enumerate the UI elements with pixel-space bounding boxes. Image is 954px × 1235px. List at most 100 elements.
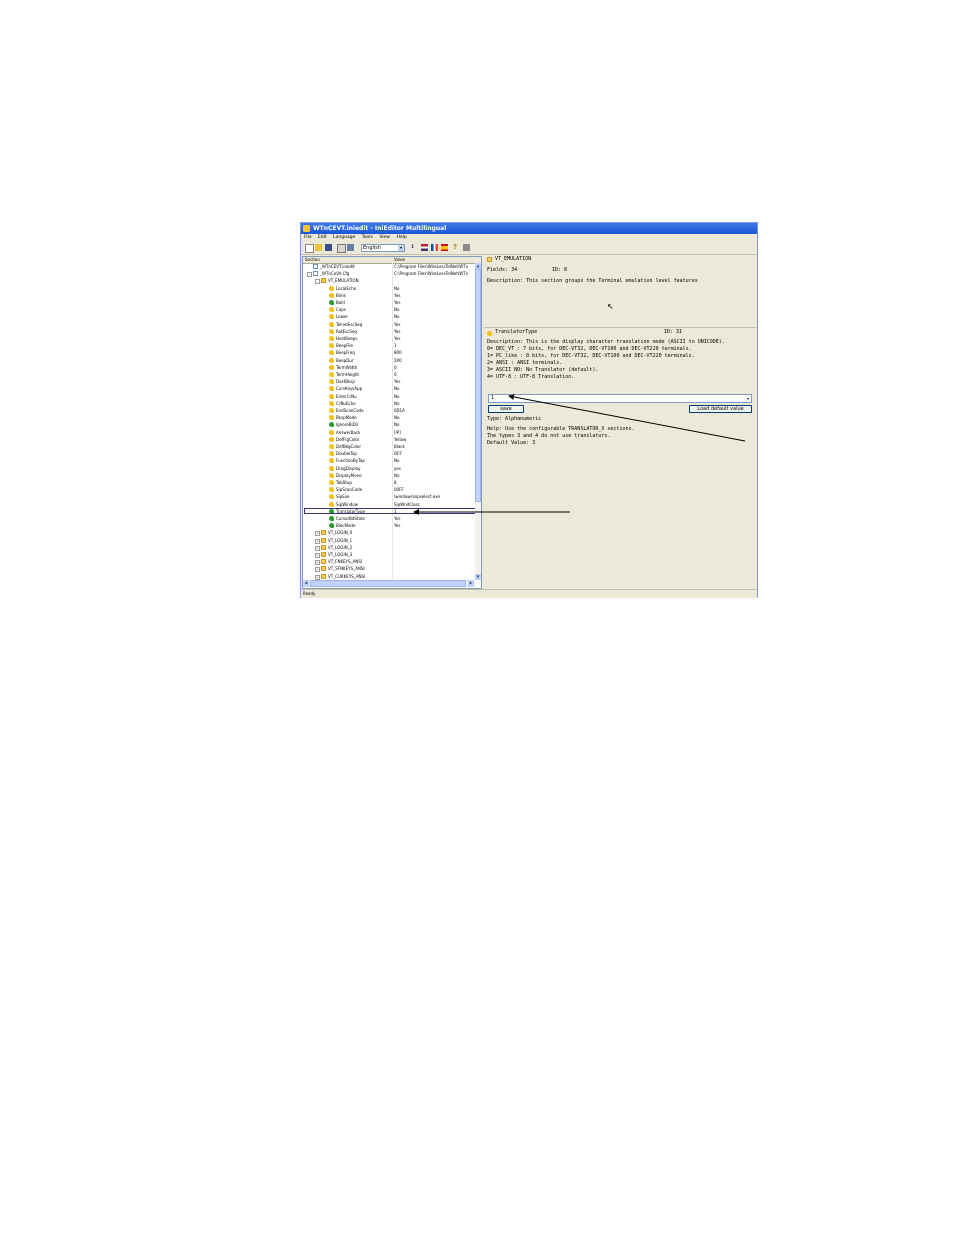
scroll-left-icon[interactable]: ◀ bbox=[303, 580, 309, 587]
tree-row[interactable]: TermHeight 0 bbox=[303, 371, 475, 378]
tree-row[interactable]: + VT_LOGIN_1 bbox=[303, 537, 475, 544]
save-disk-icon[interactable] bbox=[325, 244, 332, 251]
flag-france-icon[interactable] bbox=[431, 244, 438, 251]
tree-row-name: DefFrgColor bbox=[336, 436, 360, 442]
field-description-line: 3= ASCII NO: No Translator (default). bbox=[487, 367, 599, 373]
load-default-button[interactable]: Load default value bbox=[689, 405, 752, 413]
tree-row-name: SipExe bbox=[336, 494, 350, 500]
tree-row[interactable]: AnswerBack [IP] bbox=[303, 429, 475, 436]
tree-row[interactable]: _WTnCEVT.iniedit C:\Program Files\WireLes… bbox=[303, 263, 475, 270]
sort-icon[interactable]: ↕ bbox=[409, 244, 416, 251]
save-button[interactable]: save bbox=[488, 405, 524, 413]
tree-row[interactable]: BkspMode No bbox=[303, 414, 475, 421]
tree-row-name: IgnoreBiDir bbox=[336, 422, 359, 428]
key-icon bbox=[329, 285, 334, 291]
tree-row[interactable]: SipExe \windows\sipselect.exe bbox=[303, 493, 475, 500]
folder-icon bbox=[321, 544, 326, 550]
open-folder-icon[interactable] bbox=[315, 244, 322, 251]
horizontal-scroll-thumb[interactable] bbox=[310, 580, 466, 587]
scroll-down-icon[interactable]: ▼ bbox=[475, 574, 481, 580]
tree-row-value: Yes bbox=[394, 321, 401, 327]
tree-row[interactable]: TelnetEscSeq Yes bbox=[303, 321, 475, 328]
key-icon bbox=[487, 331, 492, 336]
tree-row[interactable]: Blink Yes bbox=[303, 292, 475, 299]
window-title: WTnCEVT.iniedit - IniEditor Multilingual bbox=[313, 225, 447, 232]
tree-row[interactable]: Caps No bbox=[303, 306, 475, 313]
tree-row[interactable]: FunctionByTap No bbox=[303, 457, 475, 464]
flag-uk-icon[interactable] bbox=[421, 244, 428, 251]
horizontal-scrollbar[interactable]: ◀ ▶ bbox=[303, 580, 475, 587]
key-icon bbox=[329, 292, 334, 298]
value-combobox[interactable]: 1 ▾ bbox=[488, 394, 752, 403]
tree-row[interactable]: DisplayMono No bbox=[303, 472, 475, 479]
key-icon bbox=[329, 465, 334, 471]
tree-row[interactable]: + VT_LOGIN_0 bbox=[303, 529, 475, 537]
key-icon bbox=[329, 386, 334, 392]
title-bar[interactable]: WTnCEVT.iniedit - IniEditor Multilingual bbox=[301, 223, 757, 234]
tree-row[interactable]: CrNuEcho No bbox=[303, 400, 475, 407]
tree-row[interactable]: SipWindow SipWndClass bbox=[303, 501, 475, 508]
expand-icon[interactable]: + bbox=[315, 574, 320, 580]
exit-icon[interactable] bbox=[463, 244, 470, 251]
tree-row[interactable]: SipScanCode 00FF bbox=[303, 486, 475, 493]
tree-row[interactable]: Bold Yes bbox=[303, 299, 475, 306]
help-icon[interactable]: ? bbox=[453, 244, 460, 251]
tree-row[interactable]: - _WTnCeVA.Cfg C:\Program Files\WireLessTe… bbox=[303, 270, 475, 278]
language-select[interactable]: English ▾ bbox=[361, 244, 405, 252]
menu-file[interactable]: File bbox=[304, 234, 312, 242]
tree-row-name: Blink bbox=[336, 292, 346, 298]
menu-edit[interactable]: Edit bbox=[318, 234, 327, 242]
tree-row[interactable]: + VT_SFNKEYS_ANSI bbox=[303, 565, 475, 573]
menu-view[interactable]: View bbox=[379, 234, 390, 242]
tree-row[interactable]: CursorBdState Yes bbox=[303, 515, 475, 522]
chevron-down-icon[interactable]: ▾ bbox=[745, 395, 751, 402]
menu-tools[interactable]: Tools bbox=[362, 234, 373, 242]
tree-row[interactable]: DefFrgColor Yellow bbox=[303, 436, 475, 443]
tree-row[interactable]: DefBkgColor Black bbox=[303, 443, 475, 450]
tree-row[interactable]: + VT_LOGIN_3 bbox=[303, 551, 475, 558]
tree-row[interactable]: + VT_LOGIN_2 bbox=[303, 544, 475, 551]
tree-row[interactable]: DragDisplay yes bbox=[303, 465, 475, 472]
tree-row[interactable]: + VT_FNKEYS_ANSI bbox=[303, 558, 475, 566]
menu-language[interactable]: Language bbox=[333, 234, 355, 242]
tree-row[interactable]: TermWidth 0 bbox=[303, 364, 475, 371]
tree-row[interactable]: DestBksp Yes bbox=[303, 378, 475, 385]
key-icon bbox=[329, 523, 334, 529]
vertical-scrollbar[interactable]: ▲ ▼ bbox=[475, 263, 481, 580]
flag-spain-icon[interactable] bbox=[441, 244, 448, 251]
field-type: Type: Alphanumeric bbox=[487, 416, 542, 422]
tree-row-name: Caps bbox=[336, 307, 346, 313]
scroll-right-icon[interactable]: ▶ bbox=[468, 580, 474, 587]
tree-row[interactable]: BlocMode Yes bbox=[303, 522, 475, 529]
paste-icon[interactable] bbox=[347, 244, 354, 251]
tree-row-value: No bbox=[394, 472, 400, 478]
tree-row[interactable]: TabStop 8 bbox=[303, 479, 475, 486]
tree-row[interactable]: IgnoreBiDir No bbox=[303, 421, 475, 428]
vertical-scroll-thumb[interactable] bbox=[475, 269, 481, 502]
key-icon bbox=[329, 408, 334, 413]
tree-row[interactable]: - VT_EMULATION bbox=[303, 277, 475, 285]
tree-row[interactable]: EndScanCode 0D1A bbox=[303, 407, 475, 414]
tree-row[interactable]: BeepFile 1 bbox=[303, 342, 475, 349]
tree-row[interactable]: DoubleTap OFF bbox=[303, 450, 475, 457]
tree-row[interactable]: BeepDur 200 bbox=[303, 357, 475, 364]
tree-row[interactable]: LocalEcho No bbox=[303, 285, 475, 292]
menu-help[interactable]: Help bbox=[396, 234, 406, 242]
tree-row-value: No bbox=[394, 415, 400, 421]
copy-icon[interactable] bbox=[337, 244, 346, 253]
section-tree[interactable]: Section Value _WTnCEVT.iniedit C:\Program… bbox=[302, 256, 482, 589]
tree-row-value: No bbox=[394, 400, 400, 406]
tree-row[interactable]: RotEscSeq Yes bbox=[303, 328, 475, 335]
tree-row[interactable]: BeepFreq 800 bbox=[303, 349, 475, 356]
section-id: ID: 8 bbox=[552, 267, 568, 273]
tree-row[interactable]: + VT_CURKEYS_ANSI bbox=[303, 573, 475, 580]
tree-row[interactable]: HostBeeps Yes bbox=[303, 335, 475, 342]
new-file-icon[interactable] bbox=[305, 244, 314, 253]
folder-icon bbox=[321, 552, 326, 557]
tree-row[interactable]: CursKeysApp No bbox=[303, 385, 475, 392]
tree-row[interactable]: Lower No bbox=[303, 313, 475, 320]
section-description: Description: This section groups the Ter… bbox=[487, 278, 698, 284]
key-icon bbox=[329, 307, 334, 313]
tree-row[interactable]: EnterCrNu No bbox=[303, 393, 475, 400]
tree-row-value: 200 bbox=[394, 357, 402, 363]
